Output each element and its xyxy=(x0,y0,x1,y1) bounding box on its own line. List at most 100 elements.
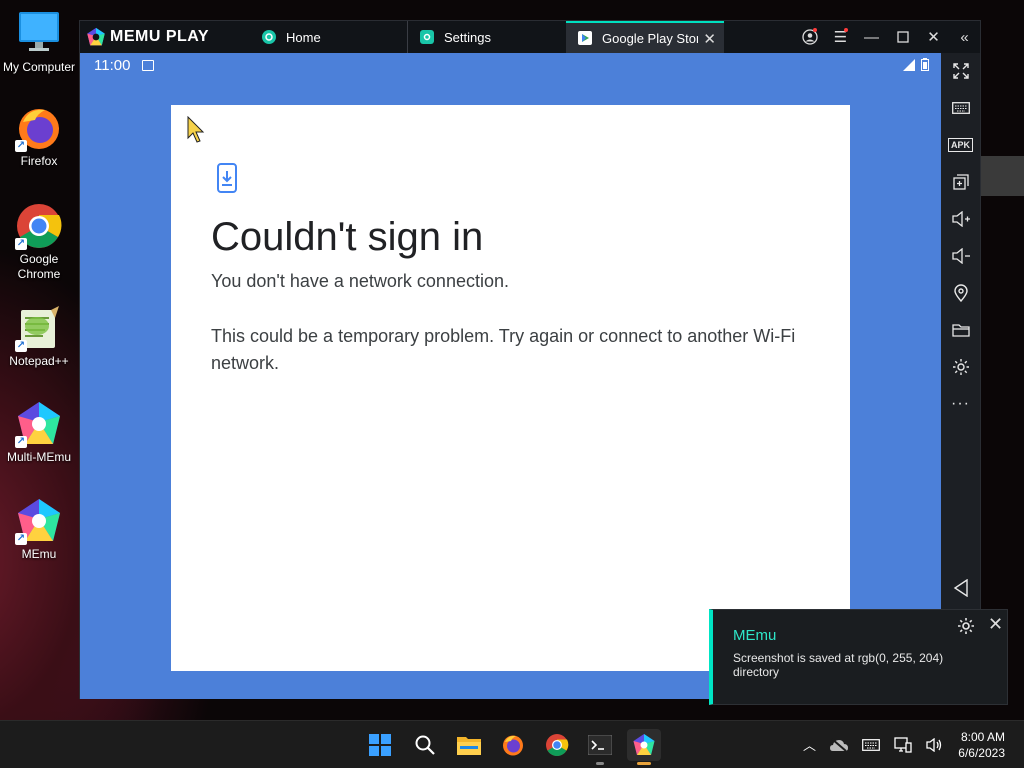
tab-home[interactable]: Home xyxy=(250,21,408,53)
system-tray: ︿ xyxy=(803,735,942,754)
shortcut-arrow-icon: ↗ xyxy=(15,340,27,352)
taskbar-clock[interactable]: 8:00 AM 6/6/2023 xyxy=(958,729,1005,761)
tab-label: Settings xyxy=(444,29,491,45)
location-button[interactable] xyxy=(941,278,980,308)
file-explorer-icon xyxy=(457,737,481,755)
fullscreen-icon xyxy=(952,63,969,79)
multi-window-button[interactable] xyxy=(941,167,980,197)
notepadpp-icon: ↗ xyxy=(15,304,63,352)
search-button[interactable] xyxy=(408,729,442,761)
memu-logo-icon xyxy=(87,27,105,46)
signal-icon xyxy=(903,58,915,71)
notification-dot xyxy=(813,28,817,32)
taskbar-firefox-button[interactable] xyxy=(496,729,530,761)
mouse-cursor-icon xyxy=(187,116,205,143)
folder-button[interactable] xyxy=(941,315,980,345)
android-screen[interactable]: 11:00 Couldn't sign in You don't have a … xyxy=(80,53,941,699)
taskbar-terminal-button[interactable] xyxy=(583,729,617,765)
memu-toolbar: APK ··· xyxy=(941,53,980,699)
memu-titlebar[interactable]: MEMU PLAY Home Settings Google Play Stor… xyxy=(80,21,980,53)
notification-title: MEmu xyxy=(733,627,777,644)
tab-label: Google Play Store xyxy=(602,30,698,46)
desktop-icon-firefox[interactable]: ↗ Firefox xyxy=(0,104,78,169)
more-button[interactable]: ··· xyxy=(941,389,980,419)
clock-time: 8:00 AM xyxy=(960,730,1005,744)
onedrive-offline-icon[interactable] xyxy=(830,737,848,752)
desktop-icon-label: MEmu xyxy=(21,547,57,561)
volume-up-button[interactable] xyxy=(941,204,980,234)
image-notification-icon xyxy=(142,59,155,71)
volume-up-icon xyxy=(951,211,970,227)
tab-google-play-store[interactable]: Google Play Store ✕ xyxy=(566,21,724,53)
fullscreen-button[interactable] xyxy=(941,56,980,86)
shortcut-arrow-icon: ↗ xyxy=(15,140,27,152)
close-button[interactable]: ✕ xyxy=(918,21,949,53)
tab-settings[interactable]: Settings xyxy=(408,21,566,53)
running-indicator xyxy=(596,762,604,765)
clock-date: 6/6/2023 xyxy=(958,746,1005,760)
desktop-icon-memu[interactable]: ↗ MEmu xyxy=(0,497,78,562)
speaker-icon[interactable] xyxy=(926,737,942,752)
maximize-icon xyxy=(896,31,909,43)
window-controls: ☰ — ✕ « xyxy=(794,21,980,53)
chevron-up-icon[interactable]: ︿ xyxy=(803,735,816,754)
firefox-icon xyxy=(503,735,523,756)
windows-start-icon xyxy=(369,734,391,756)
settings-button[interactable] xyxy=(941,352,980,382)
desktop-icon-multi-memu[interactable]: ↗ Multi-MEmu xyxy=(0,400,78,465)
desktop-icon-my-computer[interactable]: My Computer xyxy=(0,10,78,75)
taskbar-memu-button[interactable] xyxy=(627,729,661,765)
desktop-icon-label: Google Chrome xyxy=(17,252,61,281)
apk-button[interactable]: APK xyxy=(941,130,980,160)
taskbar-chrome-button[interactable] xyxy=(540,729,574,761)
folder-icon xyxy=(951,324,970,337)
keyboard-button[interactable] xyxy=(941,93,980,123)
notification-settings-icon[interactable] xyxy=(957,617,975,635)
shortcut-arrow-icon: ↗ xyxy=(15,238,27,250)
home-tab-icon xyxy=(262,30,276,44)
keyboard-icon[interactable] xyxy=(862,738,880,751)
desktop-icon-label: My Computer xyxy=(2,60,76,74)
phone-download-icon xyxy=(217,163,237,193)
chrome-icon xyxy=(546,734,569,756)
collapse-sidebar-button[interactable]: « xyxy=(949,21,980,53)
android-back-button[interactable] xyxy=(941,573,980,603)
running-indicator xyxy=(637,762,651,765)
double-chevron-left-icon: « xyxy=(960,28,969,46)
notification-toast[interactable]: MEmu Screenshot is saved at rgb(0, 255, … xyxy=(709,609,1008,705)
settings-tab-icon xyxy=(420,30,434,44)
close-icon: ✕ xyxy=(927,29,940,46)
chrome-icon: ↗ xyxy=(15,202,63,250)
maximize-button[interactable] xyxy=(887,21,918,53)
settings-gear-icon xyxy=(952,359,969,375)
memu-brand-text: MEMU PLAY xyxy=(110,28,210,45)
taskbar: ︿ 8:00 AM 6/6/2023 xyxy=(0,720,1024,768)
memu-window: MEMU PLAY Home Settings Google Play Stor… xyxy=(79,20,981,699)
volume-down-button[interactable] xyxy=(941,241,980,271)
minimize-button[interactable]: — xyxy=(856,21,887,53)
tab-label: Home xyxy=(286,29,321,45)
menu-button[interactable]: ☰ xyxy=(825,21,856,53)
desktop-icon-notepadpp[interactable]: ↗ Notepad++ xyxy=(0,304,78,369)
status-time: 11:00 xyxy=(94,56,131,74)
notification-body: Screenshot is saved at rgb(0, 255, 204) … xyxy=(733,651,944,679)
play-store-icon xyxy=(578,31,592,45)
minimize-icon: — xyxy=(864,28,879,46)
status-right-icons xyxy=(903,58,929,71)
dialog-title: Couldn't sign in xyxy=(211,215,484,259)
start-button[interactable] xyxy=(363,729,397,761)
memu-brand: MEMU PLAY xyxy=(80,21,250,53)
keyboard-icon xyxy=(951,102,970,114)
volume-down-icon xyxy=(951,248,970,264)
location-icon xyxy=(953,284,968,302)
more-icon: ··· xyxy=(951,395,970,412)
dialog-message: You don't have a network connection. xyxy=(211,271,509,291)
close-tab-icon[interactable]: ✕ xyxy=(703,30,716,48)
account-button[interactable] xyxy=(794,21,825,53)
notification-close-icon[interactable]: ✕ xyxy=(988,614,1003,635)
shortcut-arrow-icon: ↗ xyxy=(15,436,27,448)
file-explorer-button[interactable] xyxy=(452,729,486,761)
sign-in-error-dialog: Couldn't sign in You don't have a networ… xyxy=(171,105,850,671)
network-icon[interactable] xyxy=(894,736,912,753)
desktop-icon-chrome[interactable]: ↗ Google Chrome xyxy=(0,202,78,282)
